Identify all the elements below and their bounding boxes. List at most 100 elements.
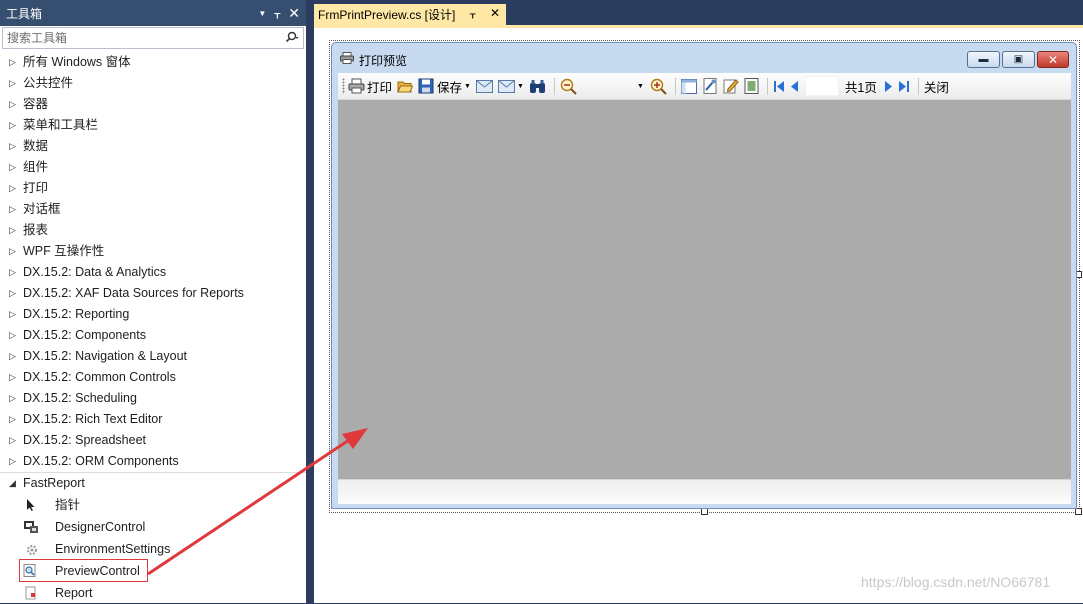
minimize-button[interactable]: ▬ [967,51,1000,68]
preview-area[interactable]: 打印 保存 ▼ ▼ ▼ 共1页 关闭 [338,73,1071,504]
toolbox-panel: 工具箱 ▼ ᚁ ✕ ▷所有 Windows 窗体 ▷公共控件 ▷容器 ▷菜单和工… [0,0,306,603]
outline-panel-icon [680,78,697,94]
toolbox-category[interactable]: ▷ DX.15.2: Common Controls [0,367,306,388]
outline-button[interactable] [680,78,697,94]
toolbox-search-box[interactable] [2,27,304,49]
toolbox-category[interactable]: ▷ DX.15.2: Reporting [0,304,306,325]
expand-arrow-icon: ▷ [9,78,16,88]
zoom-combo[interactable]: ▼ [582,77,644,95]
toolbox-category[interactable]: ▷ DX.15.2: Data & Analytics [0,262,306,283]
dropdown-arrow-icon: ▼ [516,82,524,90]
expand-arrow-icon: ▷ [9,351,16,361]
watermark-button[interactable] [744,78,759,94]
page-number-input[interactable] [804,76,839,96]
toolbox-category[interactable]: ▷ DX.15.2: Navigation & Layout [0,346,306,367]
print-button[interactable]: 打印 [348,77,392,96]
tab-frmprintpreview-design[interactable]: FrmPrintPreview.cs [设计] ᚁ ✕ [314,4,506,25]
expand-arrow-icon: ▷ [9,120,16,130]
expand-arrow-icon: ▷ [9,57,16,67]
toolbox-category-fastreport[interactable]: ◢ FastReport [0,472,306,494]
document-tab-bar: FrmPrintPreview.cs [设计] ᚁ ✕ [314,0,1083,28]
resize-handle[interactable] [1075,508,1082,515]
save-disk-icon [418,78,434,94]
first-page-button[interactable] [773,80,785,93]
close-preview-button[interactable]: 关闭 [924,77,949,96]
search-icon[interactable] [281,31,303,46]
maximize-icon: ▣ [1013,54,1024,65]
find-button[interactable] [529,79,546,94]
tool-item-environment-settings[interactable]: EnvironmentSettings [0,538,306,560]
toolbox-category[interactable]: ▷ 对话框 [0,199,306,220]
expand-arrow-icon: ▷ [9,393,16,403]
toolbox-category[interactable]: ▷ DX.15.2: Rich Text Editor [0,409,306,430]
toolbox-category[interactable]: ▷ DX.15.2: ORM Components [0,451,306,472]
designer-control-icon [24,521,38,533]
collapse-arrow-icon: ◢ [9,478,16,488]
prev-page-button[interactable] [790,80,800,93]
minimize-icon: ▬ [978,54,989,65]
page-setup-icon [703,78,717,94]
close-icon[interactable]: ✕ [490,6,500,20]
toolbar-grip[interactable] [342,78,345,94]
toolbox-search-input[interactable] [3,29,281,47]
settings-gear-icon [27,545,37,555]
page-total-label: 共1页 [844,80,877,95]
toolbox-category[interactable]: ▷ 公共控件 [0,73,306,94]
open-button[interactable] [397,79,414,94]
resize-handle[interactable] [701,508,708,515]
email-button[interactable] [475,79,493,93]
tool-item-pointer[interactable]: 指针 [0,494,306,516]
expand-arrow-icon: ▷ [9,288,16,298]
close-icon[interactable]: ✕ [288,5,300,22]
edit-page-button[interactable] [723,78,739,94]
toolbox-category[interactable]: ▷ 打印 [0,178,306,199]
edit-pencil-icon [723,79,739,94]
toolbox-category[interactable]: ▷ 组件 [0,157,306,178]
page-setup-button[interactable] [702,78,718,94]
toolbox-category[interactable]: ▷ 容器 [0,94,306,115]
maximize-button[interactable]: ▣ [1002,51,1035,68]
form-window[interactable]: 打印预览 ▬ ▣ ✕ 打印 保存 ▼ ▼ ▼ 共1页 关闭 [331,42,1077,509]
close-icon: ✕ [1047,52,1059,67]
toolbox-category[interactable]: ▷ DX.15.2: XAF Data Sources for Reports [0,283,306,304]
save-button[interactable]: 保存 ▼ [418,77,471,96]
form-title-bar: 打印预览 ▬ ▣ ✕ [332,43,1076,71]
email-dropdown-button[interactable]: ▼ [497,79,524,93]
pin-icon[interactable]: ᚁ [470,7,475,20]
toolbox-category[interactable]: ▷ DX.15.2: Scheduling [0,388,306,409]
next-page-button[interactable] [883,80,893,93]
zoom-out-button[interactable] [560,78,577,95]
form-close-button[interactable]: ✕ [1037,51,1069,68]
first-page-icon [773,80,784,92]
tool-item-designer-control[interactable]: DesignerControl [0,516,306,538]
expand-arrow-icon: ▷ [9,435,16,445]
toolbox-category[interactable]: ▷ 数据 [0,136,306,157]
tab-label: FrmPrintPreview.cs [设计] [318,8,456,22]
expand-arrow-icon: ▷ [9,183,16,193]
annotation-highlight-box [19,559,148,582]
toolbox-category[interactable]: ▷ 报表 [0,220,306,241]
printer-icon [348,78,365,94]
design-surface: 打印预览 ▬ ▣ ✕ 打印 保存 ▼ ▼ ▼ 共1页 关闭 [314,28,1083,603]
report-icon [25,586,36,600]
last-page-button[interactable] [898,80,910,93]
pin-icon[interactable]: ᚁ [274,6,280,20]
toolbar-separator [766,77,768,95]
envelope-icon [475,79,493,93]
toolbox-category[interactable]: ▷ 菜单和工具栏 [0,115,306,136]
toolbox-category[interactable]: ▷ 所有 Windows 窗体 [0,52,306,73]
zoom-in-button[interactable] [650,78,667,95]
toolbox-category[interactable]: ▷ DX.15.2: Spreadsheet [0,430,306,451]
tool-item-report[interactable]: Report [0,582,306,604]
expand-arrow-icon: ▷ [9,204,16,214]
expand-arrow-icon: ▷ [9,246,16,256]
toolbar-separator [674,77,676,95]
folder-open-icon [397,81,414,92]
toolbox-list: ▷ 所有 Windows 窗体 ▷ 公共控件 ▷ 容器 ▷ 菜单和工具栏 ▷ 数据 ▷ 组件… [0,52,306,604]
prev-page-icon [790,80,798,92]
toolbox-category[interactable]: ▷ WPF 互操作性 [0,241,306,262]
dropdown-arrow-icon[interactable]: ▼ [258,9,266,18]
toolbox-category[interactable]: ▷ DX.15.2: Components [0,325,306,346]
form-title: 打印预览 [359,54,408,68]
toolbar-separator [917,77,919,95]
